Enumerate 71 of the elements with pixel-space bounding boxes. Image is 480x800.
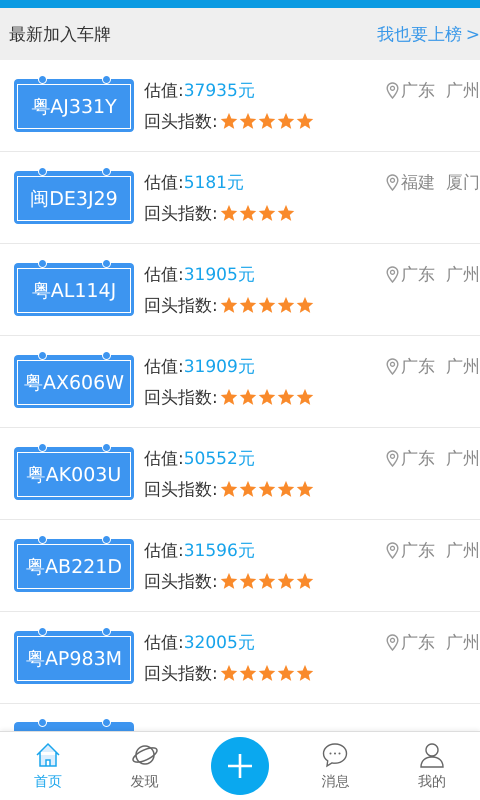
star-icon (220, 480, 238, 498)
estimated-value: 估值:31909元 (144, 356, 255, 378)
location-text: 广东 广州 (401, 356, 480, 378)
location-pin-icon (386, 82, 400, 98)
star-icon (276, 204, 295, 222)
star-icon (238, 480, 257, 498)
location-text: 广东 广州 (401, 264, 480, 286)
star-icon (238, 204, 257, 222)
nav-tab[interactable]: 首页 (18, 741, 78, 791)
star-icon (238, 112, 257, 130)
nav-tab[interactable]: 发现 (114, 741, 175, 791)
star-icon (296, 296, 314, 314)
location-pin-icon (386, 266, 400, 282)
star-icon (258, 664, 276, 682)
location-pin-icon (386, 450, 400, 466)
person-icon (418, 741, 446, 769)
return-index-label: 回头指数: (144, 294, 218, 316)
star-icon (220, 572, 238, 590)
star-icon (276, 296, 295, 314)
star-icon (220, 664, 238, 682)
star-icon (276, 664, 295, 682)
return-index-label: 回头指数: (144, 202, 218, 224)
star-icon (238, 296, 257, 314)
estimated-value: 估值:50552元 (144, 448, 255, 470)
estimated-value: 估值:5181元 (144, 172, 244, 194)
star-icon (296, 664, 314, 682)
return-index-label: 回头指数: (144, 386, 218, 408)
return-index-label: 回头指数: (144, 478, 218, 500)
join-list-link[interactable]: 我也要上榜 > (376, 22, 480, 46)
star-icon (238, 572, 257, 590)
star-icon (220, 388, 238, 406)
star-icon (258, 204, 276, 222)
nav-tab[interactable]: 消息 (305, 741, 366, 791)
estimated-value: 估值:37935元 (144, 80, 255, 102)
star-icon (258, 388, 276, 406)
star-icon (296, 572, 314, 590)
star-icon (220, 204, 238, 222)
home-icon (34, 741, 62, 769)
star-icon (276, 572, 295, 590)
star-icon (238, 388, 257, 406)
location-pin-icon (386, 174, 400, 190)
star-icon (258, 572, 276, 590)
star-icon (258, 112, 276, 130)
star-icon (238, 664, 257, 682)
star-icon (220, 296, 238, 314)
star-icon (258, 480, 276, 498)
return-index-label: 回头指数: (144, 110, 218, 132)
star-icon (296, 480, 314, 498)
star-icon (296, 112, 314, 130)
estimated-value: 估值:31596元 (144, 540, 255, 562)
star-icon (276, 480, 295, 498)
star-icon (276, 388, 295, 406)
star-icon (220, 112, 238, 130)
location-pin-icon (386, 634, 400, 650)
location-text: 广东 广州 (401, 80, 480, 102)
location-text: 广东 广州 (401, 448, 480, 470)
location-text: 福建 厦门 (401, 172, 480, 194)
return-index-label: 回头指数: (144, 662, 218, 684)
location-pin-icon (386, 542, 400, 558)
location-text: 广东 广州 (401, 540, 480, 562)
estimated-value: 估值:31905元 (144, 264, 255, 286)
return-index-label: 回头指数: (144, 570, 218, 592)
location-pin-icon (386, 358, 400, 374)
location-text: 广东 广州 (401, 632, 480, 654)
nav-tab[interactable]: 我的 (402, 741, 462, 791)
section-title: 最新加入车牌 (9, 24, 111, 46)
chat-bubble-icon (321, 741, 350, 769)
star-icon (258, 296, 276, 314)
star-icon (276, 112, 295, 130)
star-icon (296, 388, 314, 406)
estimated-value: 估值:32005元 (144, 632, 255, 654)
